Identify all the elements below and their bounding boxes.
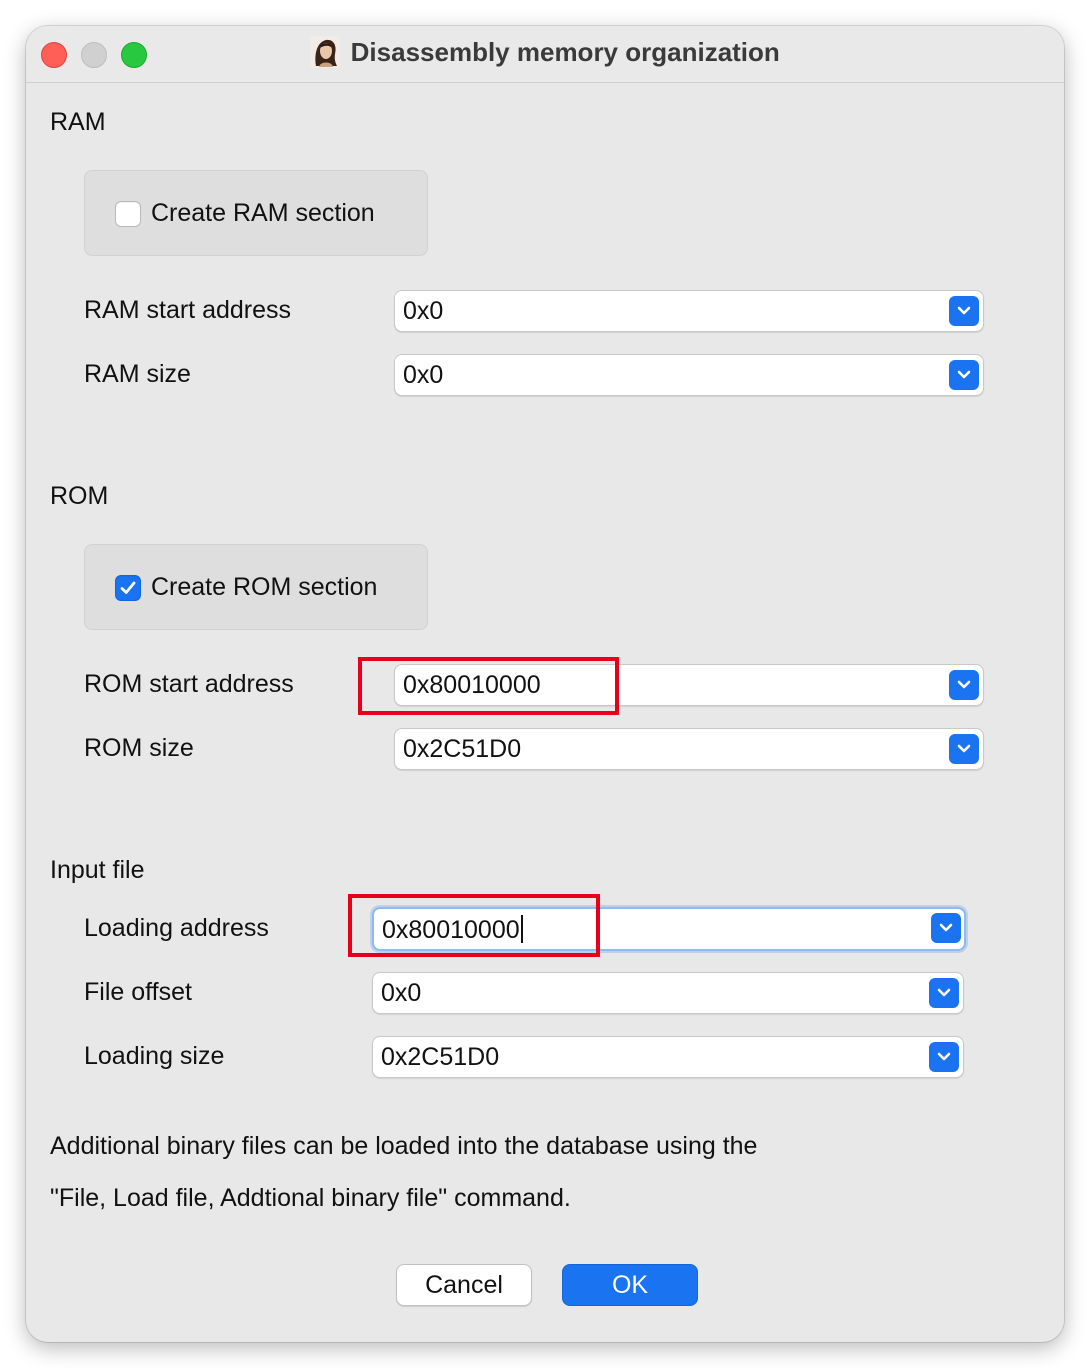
ram-size-value[interactable]: 0x0: [403, 361, 443, 390]
loading-address-highlight-box: [348, 894, 600, 957]
window-title: Disassembly memory organization: [350, 36, 780, 67]
dialog-window: Disassembly memory organization RAM Crea…: [26, 26, 1064, 1342]
rom-size-combo[interactable]: 0x2C51D0: [394, 728, 984, 770]
loading-size-label: Loading size: [84, 1042, 225, 1070]
create-ram-section-label[interactable]: Create RAM section: [151, 199, 375, 228]
rom-section-label: ROM: [50, 482, 109, 510]
loading-size-value[interactable]: 0x2C51D0: [381, 1043, 499, 1072]
title-bar: Disassembly memory organization: [26, 26, 1064, 83]
chevron-down-icon[interactable]: [949, 670, 979, 700]
ok-button[interactable]: OK: [562, 1264, 698, 1306]
file-offset-value[interactable]: 0x0: [381, 979, 421, 1008]
ram-section-label: RAM: [50, 108, 106, 136]
rom-start-address-highlight-box: [358, 657, 619, 715]
create-rom-section-checkbox[interactable]: [115, 575, 141, 601]
create-rom-section-group: Create ROM section: [84, 544, 428, 630]
chevron-down-icon[interactable]: [931, 913, 961, 943]
loading-address-label: Loading address: [84, 914, 269, 942]
ram-size-label: RAM size: [84, 360, 191, 388]
chevron-down-icon[interactable]: [929, 1042, 959, 1072]
checkmark-icon: [120, 581, 136, 594]
info-text-line-2: "File, Load file, Addtional binary file"…: [50, 1184, 571, 1212]
info-text-line-1: Additional binary files can be loaded in…: [50, 1132, 758, 1160]
file-offset-combo[interactable]: 0x0: [372, 972, 964, 1014]
ram-start-address-combo[interactable]: 0x0: [394, 290, 984, 332]
loading-size-combo[interactable]: 0x2C51D0: [372, 1036, 964, 1078]
create-ram-section-checkbox[interactable]: [115, 201, 141, 227]
portrait-app-icon: [310, 36, 341, 68]
ram-start-address-label: RAM start address: [84, 296, 292, 324]
chevron-down-icon[interactable]: [949, 360, 979, 390]
chevron-down-icon[interactable]: [949, 734, 979, 764]
rom-start-address-label: ROM start address: [84, 670, 294, 698]
create-rom-section-label[interactable]: Create ROM section: [151, 573, 377, 602]
cancel-button[interactable]: Cancel: [396, 1264, 532, 1306]
ram-start-address-value[interactable]: 0x0: [403, 297, 443, 326]
input-file-section-label: Input file: [50, 856, 145, 884]
ram-size-combo[interactable]: 0x0: [394, 354, 984, 396]
file-offset-label: File offset: [84, 978, 192, 1006]
rom-size-value[interactable]: 0x2C51D0: [403, 735, 521, 764]
rom-size-label: ROM size: [84, 734, 194, 762]
chevron-down-icon[interactable]: [929, 978, 959, 1008]
create-ram-section-group: Create RAM section: [84, 170, 428, 256]
chevron-down-icon[interactable]: [949, 296, 979, 326]
